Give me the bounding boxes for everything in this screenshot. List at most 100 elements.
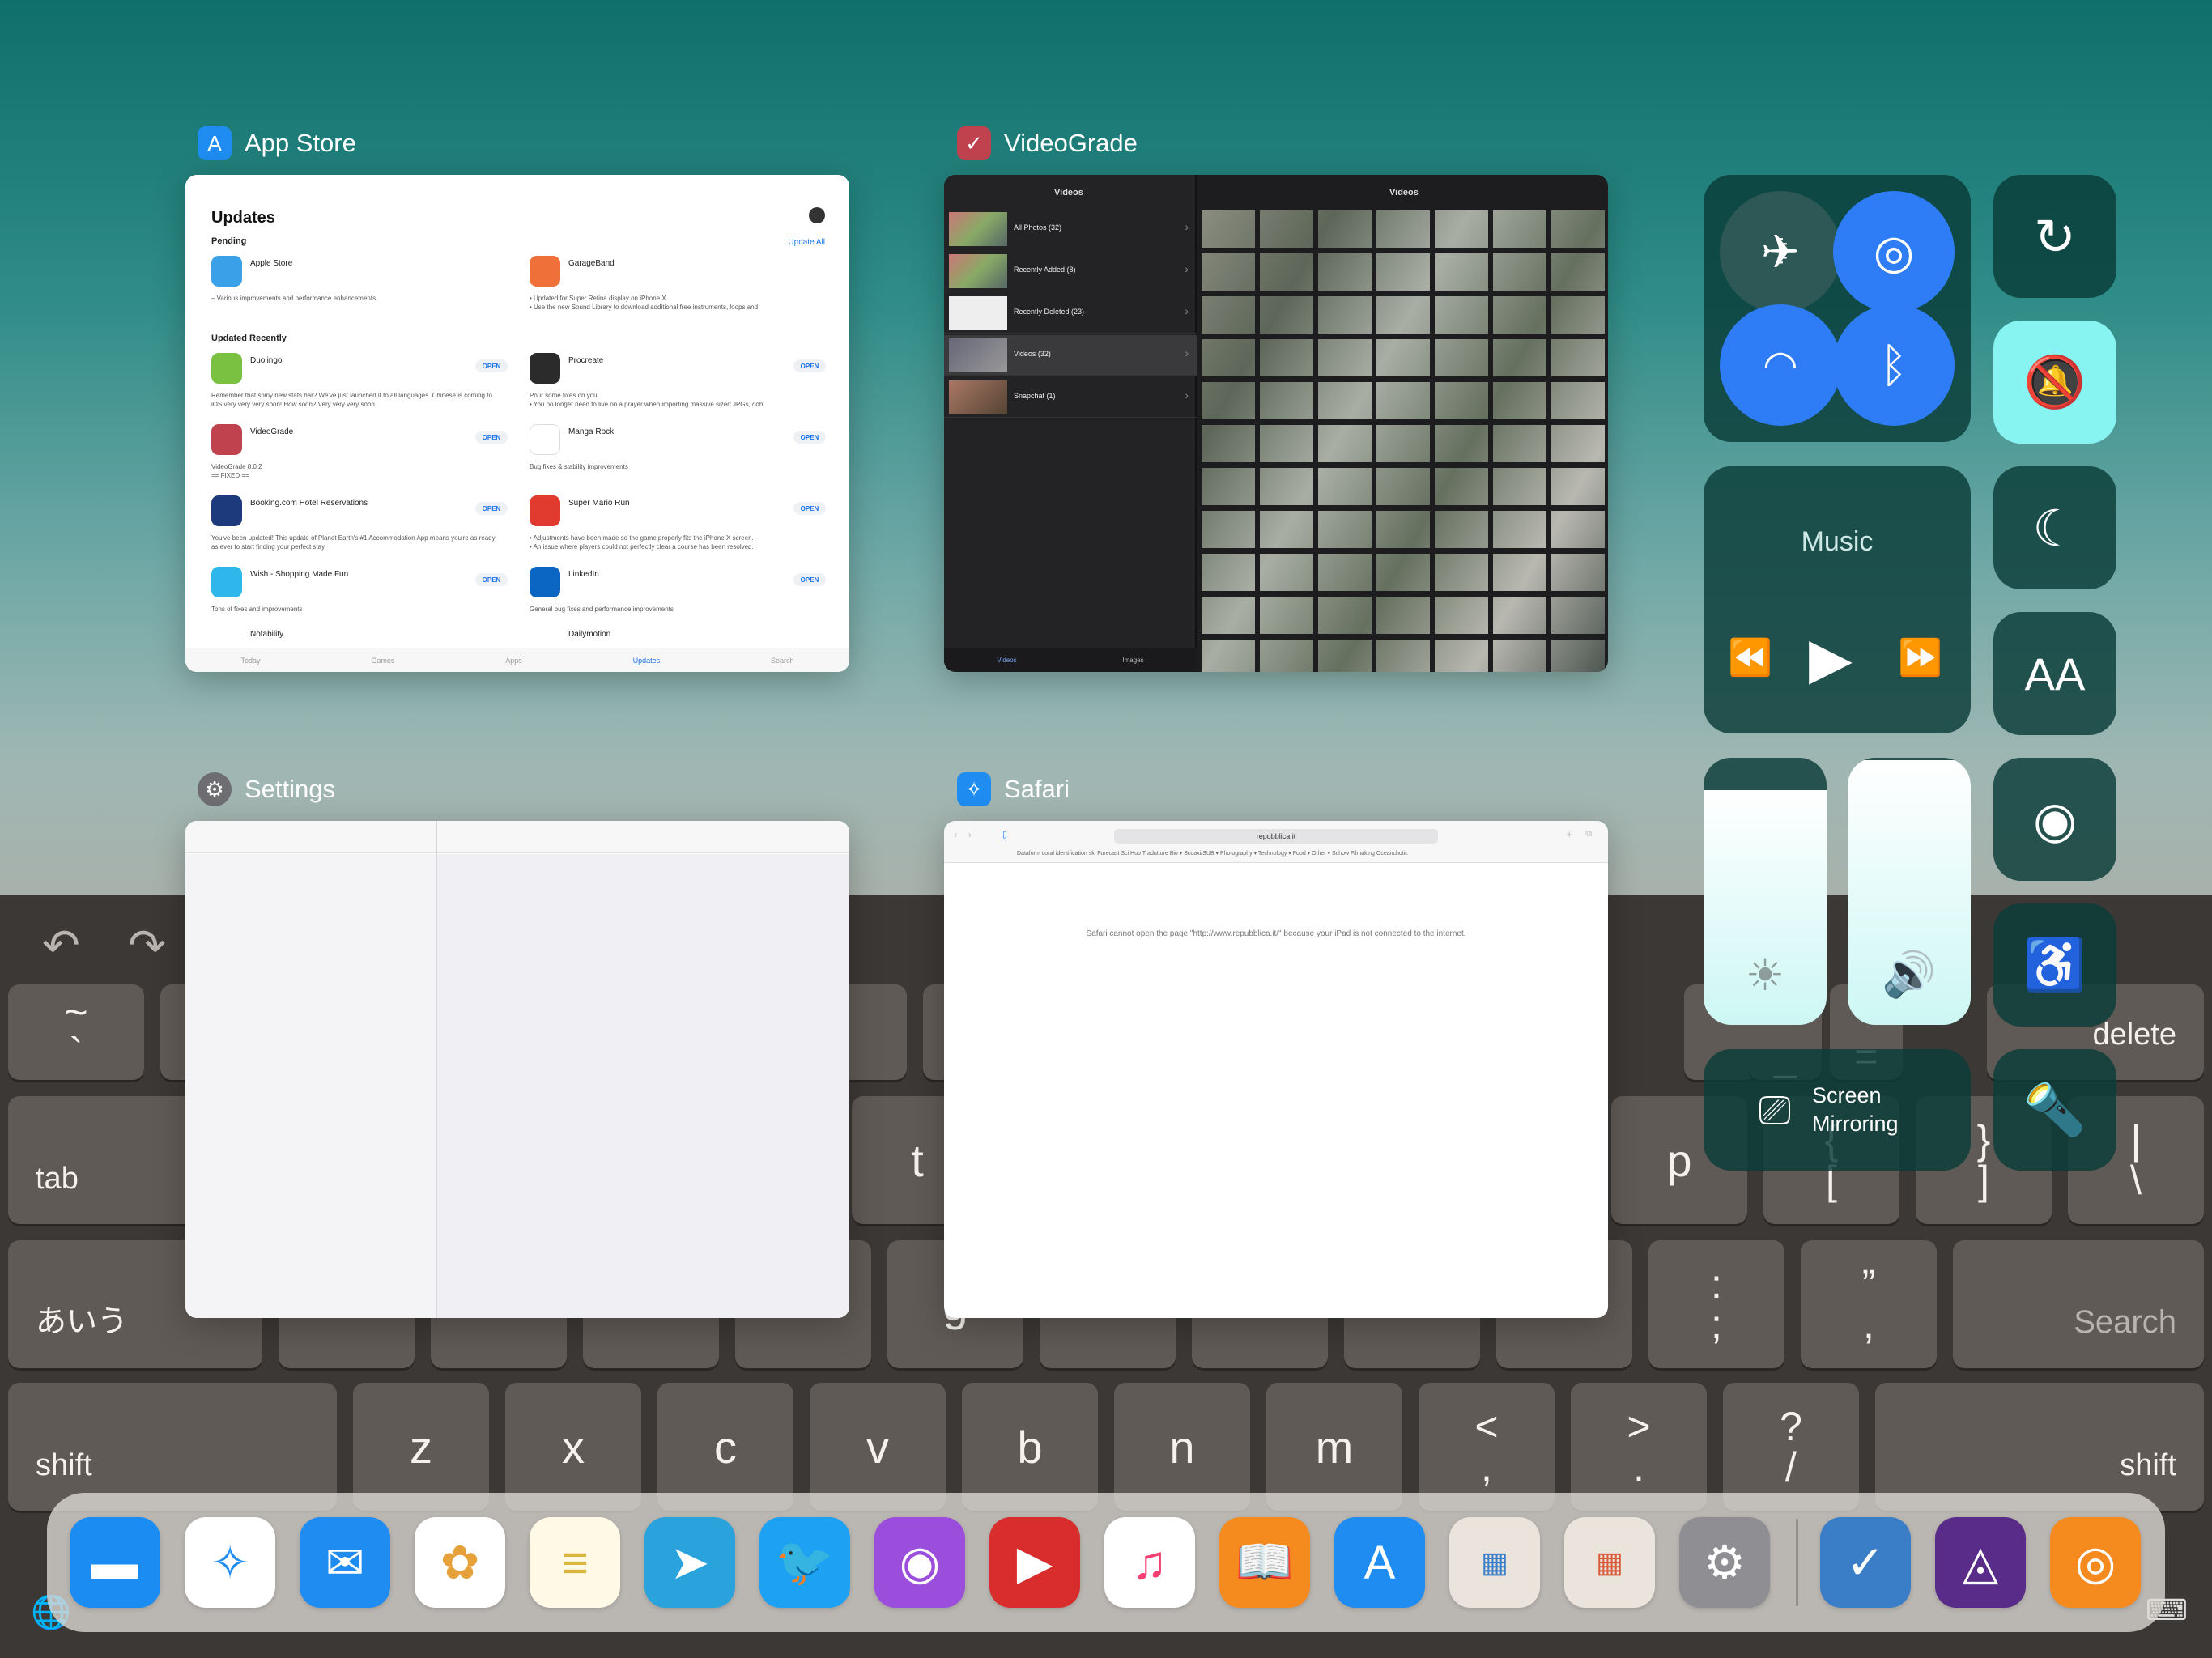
dock-app-telegram[interactable]: ➤ (644, 1517, 735, 1608)
app-card-settings[interactable] (185, 821, 849, 1318)
app-label-videograde[interactable]: ✓ VideoGrade (957, 126, 1138, 160)
dock-app-photos[interactable]: ✿ (415, 1517, 505, 1608)
open-button[interactable]: OPEN (793, 359, 826, 372)
fast-forward-icon[interactable]: ⏩ (1898, 636, 1942, 678)
key-tilde[interactable]: ~ ` (8, 984, 144, 1080)
key-comma[interactable]: < , (1419, 1383, 1555, 1511)
open-button[interactable]: OPEN (793, 431, 826, 444)
wifi-toggle[interactable]: ◠ (1720, 304, 1841, 426)
update-all-link[interactable]: Update All (788, 238, 825, 247)
avatar[interactable] (809, 207, 825, 223)
dock-app-safari[interactable]: ✧ (185, 1517, 275, 1608)
video-thumbnail-grid[interactable] (1202, 210, 1606, 672)
do-not-disturb-button[interactable]: ☾ (1993, 466, 2116, 589)
screen-record-button[interactable]: ◉ (1993, 758, 2116, 881)
list-item[interactable]: Manga Rock OPEN Bug fixes & stability im… (530, 424, 829, 489)
album-item[interactable]: Snapchat (1) › (944, 377, 1197, 418)
key-semicolon[interactable]: : ; (1648, 1240, 1784, 1368)
dock-app-twitter[interactable]: 🐦 (759, 1517, 850, 1608)
list-item[interactable]: Super Mario Run OPEN • Adjustments have … (530, 495, 829, 560)
key-quote[interactable]: ” , (1801, 1240, 1937, 1368)
open-button[interactable]: OPEN (475, 359, 508, 372)
tab-videos[interactable]: Videos (997, 657, 1016, 664)
dock-app-notes[interactable]: ≡ (530, 1517, 620, 1608)
list-item[interactable]: Apple Store – Various improvements and p… (211, 256, 511, 321)
dock-app-settings[interactable]: ⚙ (1679, 1517, 1770, 1608)
open-button[interactable]: OPEN (793, 502, 826, 515)
open-button[interactable]: OPEN (793, 573, 826, 586)
list-item[interactable]: Dailymotion (530, 628, 829, 648)
bookmarks-icon[interactable]: ▯ (1002, 829, 1007, 840)
list-item[interactable]: Booking.com Hotel Reservations OPEN You'… (211, 495, 511, 560)
list-item[interactable]: LinkedIn OPEN General bug fixes and perf… (530, 567, 829, 631)
tab-today[interactable]: Today (240, 657, 260, 665)
list-item[interactable]: GarageBand • Updated for Super Retina di… (530, 256, 829, 321)
list-item[interactable]: Procreate OPEN Pour some fixes on you • … (530, 353, 829, 418)
key-period[interactable]: > . (1571, 1383, 1707, 1511)
key-x[interactable]: x (505, 1383, 641, 1511)
dock-app-music[interactable]: ♫ (1104, 1517, 1195, 1608)
flashlight-button[interactable]: 🔦 (1993, 1049, 2116, 1171)
new-tab-icon[interactable]: + (1566, 828, 1572, 840)
mute-button[interactable]: 🔕 (1993, 321, 2116, 444)
airplane-mode-toggle[interactable]: ✈ (1720, 191, 1841, 312)
key-v[interactable]: v (810, 1383, 946, 1511)
back-icon[interactable]: ‹ (954, 829, 957, 840)
key-c[interactable]: c (657, 1383, 793, 1511)
key-b[interactable]: b (962, 1383, 1098, 1511)
tab-apps[interactable]: Apps (505, 657, 522, 665)
app-card-app-store[interactable]: Updates Pending Update All Apple Store –… (185, 175, 849, 672)
app-card-safari[interactable]: ‹ › ▯ repubblica.it ⧉ + Dataform coral i… (944, 821, 1608, 1318)
shift-right-key[interactable]: shift (1875, 1383, 2204, 1511)
tabs-icon[interactable]: ⧉ (1585, 829, 1592, 840)
album-item-selected[interactable]: Videos (32) › (944, 335, 1197, 376)
play-icon[interactable]: ▶ (1809, 625, 1853, 691)
dock-app-files[interactable]: ▬ (70, 1517, 160, 1608)
text-size-button[interactable]: AA (1993, 612, 2116, 735)
forward-icon[interactable]: › (968, 829, 972, 840)
tab-updates[interactable]: Updates (633, 657, 661, 665)
album-item[interactable]: Recently Deleted (23) › (944, 293, 1197, 334)
shift-left-key[interactable]: shift (8, 1383, 337, 1511)
key-z[interactable]: z (353, 1383, 489, 1511)
list-item[interactable]: VideoGrade OPEN VideoGrade 8.0.2 == FIXE… (211, 424, 511, 489)
app-label-app-store[interactable]: A App Store (198, 126, 356, 160)
accessibility-button[interactable]: ♿ (1993, 903, 2116, 1027)
orientation-lock-button[interactable]: ↻ (1993, 175, 2116, 298)
dock-app-overcast[interactable]: ◎ (2050, 1517, 2141, 1608)
airdrop-toggle[interactable]: ◎ (1833, 191, 1955, 312)
album-item[interactable]: Recently Added (8) › (944, 251, 1197, 291)
tab-images[interactable]: Images (1122, 657, 1143, 664)
dock-app-videograde[interactable]: ✓ (1820, 1517, 1911, 1608)
search-key[interactable]: Search (1953, 1240, 2204, 1368)
dock-folder-2[interactable]: ▦ (1564, 1517, 1655, 1608)
volume-slider[interactable]: 🔊 (1848, 758, 1971, 1025)
brightness-slider[interactable]: ☀ (1704, 758, 1827, 1025)
key-n[interactable]: n (1114, 1383, 1250, 1511)
dock-app-infuse[interactable]: ▶ (989, 1517, 1080, 1608)
dock-app-app-store[interactable]: A (1334, 1517, 1425, 1608)
dock-app-affinity-photo[interactable]: ◬ (1935, 1517, 2026, 1608)
app-label-settings[interactable]: ⚙ Settings (198, 772, 335, 806)
tab-games[interactable]: Games (371, 657, 394, 665)
dock-app-books[interactable]: 📖 (1219, 1517, 1310, 1608)
list-item[interactable]: Notability (211, 628, 511, 648)
open-button[interactable]: OPEN (475, 502, 508, 515)
screen-mirroring-button[interactable]: ⎚ Screen Mirroring (1704, 1049, 1971, 1171)
undo-icon[interactable]: ↶ (42, 919, 80, 972)
album-item[interactable]: All Photos (32) › (944, 209, 1197, 249)
tab-search[interactable]: Search (771, 657, 794, 665)
favorites-bar[interactable]: Dataform coral identification ski Foreca… (1017, 850, 1408, 857)
app-label-safari[interactable]: ✧ Safari (957, 772, 1070, 806)
app-card-videograde[interactable]: Videos All Photos (32) › Recently Added … (944, 175, 1608, 672)
open-button[interactable]: OPEN (475, 431, 508, 444)
rewind-icon[interactable]: ⏪ (1728, 636, 1772, 678)
open-button[interactable]: OPEN (475, 573, 508, 586)
dock-folder-1[interactable]: ▦ (1449, 1517, 1540, 1608)
dock-app-podcasts[interactable]: ◉ (874, 1517, 965, 1608)
dock-app-mail[interactable]: ✉ (300, 1517, 390, 1608)
address-bar[interactable]: repubblica.it (1114, 829, 1438, 844)
redo-icon[interactable]: ↷ (128, 919, 166, 972)
list-item[interactable]: Duolingo OPEN Remember that shiny new st… (211, 353, 511, 418)
list-item[interactable]: Wish - Shopping Made Fun OPEN Tons of fi… (211, 567, 511, 631)
